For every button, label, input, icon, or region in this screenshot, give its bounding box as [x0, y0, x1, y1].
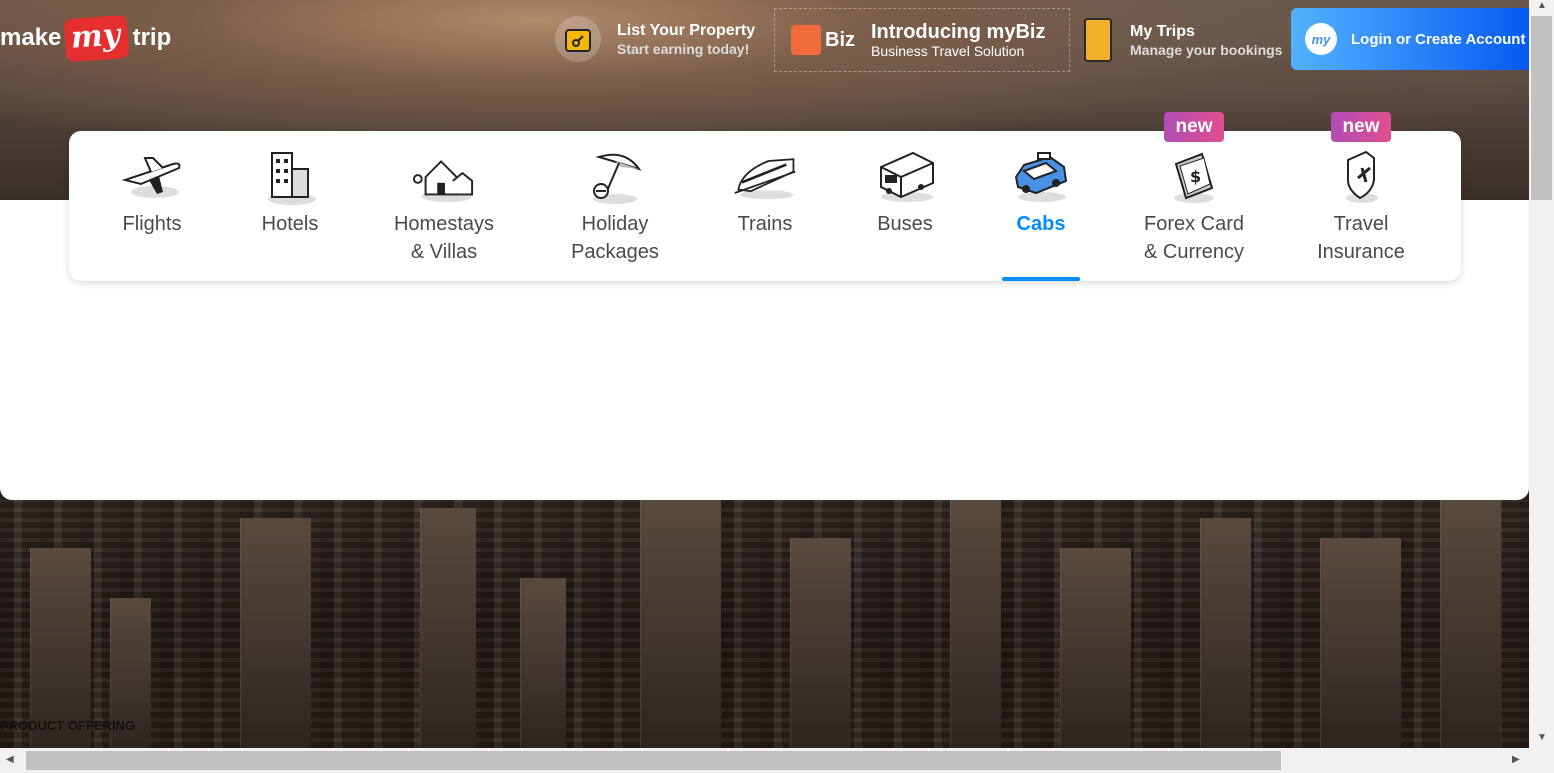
insurance-icon	[1329, 145, 1393, 209]
plane-icon	[120, 145, 184, 209]
suitcase-icon	[1084, 18, 1112, 62]
bus-icon	[873, 145, 937, 209]
nav-item-cabs[interactable]: Cabs	[1001, 131, 1081, 281]
nav-label-line1: Trains	[737, 213, 793, 235]
nav-item-holiday-packages[interactable]: Holiday Packages	[565, 131, 665, 281]
nav-label-line2: Packages	[571, 241, 659, 263]
login-label: Login or Create Account	[1351, 30, 1526, 48]
makemytrip-logo[interactable]: make my trip	[0, 12, 171, 64]
nav-label-line1: Holiday	[581, 213, 649, 235]
nav-label-line1: Cabs	[1016, 213, 1066, 235]
logo-trip: trip	[132, 24, 172, 51]
active-tab-underline	[1002, 277, 1080, 281]
nav-item-buses[interactable]: Buses	[865, 131, 945, 281]
product-offering-label: PRODUCT OFFERING	[0, 718, 136, 733]
nav-label-line2: & Currency	[1143, 241, 1245, 263]
list-property-subtitle: Start earning today!	[617, 41, 750, 57]
top-header: make my trip List Your Property Start ea…	[0, 0, 1529, 80]
nav-item-travel-insurance[interactable]: new Travel Insurance	[1313, 112, 1409, 281]
briefcase-icon	[791, 25, 821, 55]
scroll-up-icon[interactable]: ▲	[1537, 0, 1547, 11]
mybiz-logo: Biz	[791, 23, 855, 57]
nav-label-line2: & Villas	[410, 241, 478, 263]
cab-icon	[1009, 145, 1073, 209]
user-avatar-icon: my	[1305, 23, 1337, 55]
new-badge: new	[1164, 112, 1224, 142]
svg-text:$: $	[1190, 167, 1201, 186]
new-badge: new	[1331, 112, 1391, 142]
nav-label-line1: Homestays	[393, 213, 495, 235]
logo-my: my	[63, 14, 131, 62]
nav-label-line1: Hotels	[261, 213, 319, 235]
login-button[interactable]: my Login or Create Account	[1291, 8, 1529, 70]
product-nav: Flights Hotels Homestays & Villas Holida…	[69, 112, 1461, 281]
house-icon	[412, 145, 476, 209]
vertical-scroll-thumb[interactable]	[1531, 16, 1552, 200]
list-property-title: List Your Property	[617, 22, 756, 39]
nav-item-hotels[interactable]: Hotels	[249, 131, 331, 281]
scroll-left-icon[interactable]: ◀	[6, 754, 14, 765]
train-icon	[733, 145, 797, 209]
nav-item-flights[interactable]: Flights	[109, 131, 195, 281]
logo-make: make	[0, 24, 62, 51]
hotel-icon	[258, 145, 322, 209]
mybiz-subtitle: Business Travel Solution	[871, 43, 1025, 59]
my-trips-link[interactable]: My Trips Manage your bookings	[1084, 18, 1282, 62]
mybiz-link[interactable]: Biz Introducing myBiz Business Travel So…	[774, 8, 1070, 72]
forex-icon: $	[1162, 145, 1226, 209]
scroll-down-icon[interactable]: ▼	[1537, 732, 1547, 743]
scroll-right-icon[interactable]: ▶	[1512, 754, 1520, 765]
my-trips-subtitle: Manage your bookings	[1130, 42, 1283, 58]
umbrella-icon	[583, 145, 647, 209]
property-key-icon	[555, 16, 601, 62]
mybiz-badge-text: Biz	[825, 28, 855, 51]
city-skyline	[0, 500, 1529, 748]
nav-item-homestays[interactable]: Homestays & Villas	[387, 131, 501, 281]
nav-label-line1: Flights	[122, 213, 182, 235]
mybiz-title: Introducing myBiz	[871, 21, 1046, 43]
horizontal-scroll-thumb[interactable]	[26, 751, 1281, 770]
nav-label-line1: Forex Card	[1143, 213, 1245, 235]
nav-label-line2: Insurance	[1317, 241, 1405, 263]
list-property-link[interactable]: List Your Property Start earning today!	[555, 16, 755, 62]
nav-label-line1: Travel	[1333, 213, 1389, 235]
nav-label-line1: Buses	[877, 213, 933, 235]
nav-item-forex[interactable]: new $ Forex Card & Currency	[1135, 112, 1253, 281]
my-trips-title: My Trips	[1130, 23, 1195, 40]
nav-item-trains[interactable]: Trains	[725, 131, 805, 281]
